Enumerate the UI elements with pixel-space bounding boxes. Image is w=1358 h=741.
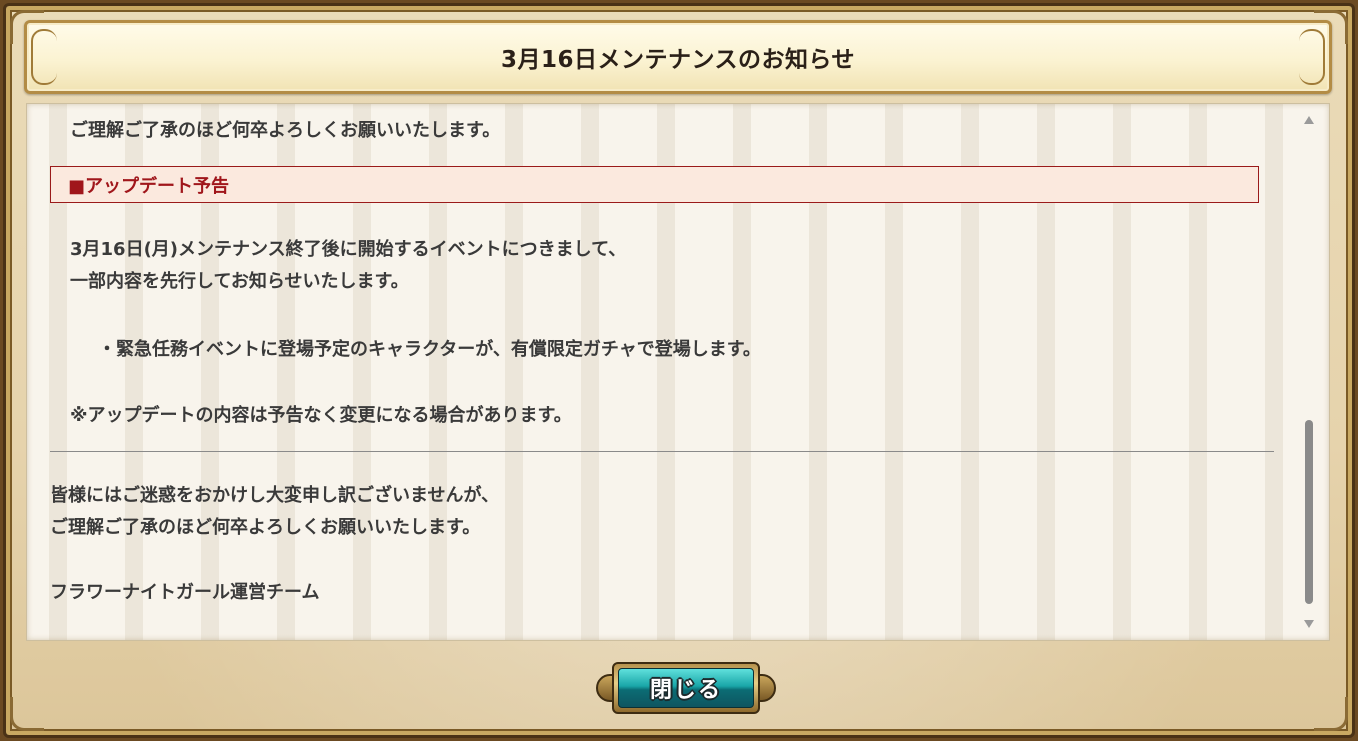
title-banner: 3月16日メンテナンスのお知らせ (24, 20, 1332, 94)
notice-content-panel[interactable]: ご理解ご了承のほど何卒よろしくお願いいたします。 ■アップデート予告 3月16日… (26, 103, 1330, 641)
section-divider (50, 451, 1274, 452)
close-button-label: 閉じる (649, 678, 722, 703)
update-note: ※アップデートの内容は予告なく変更になる場合があります。 (70, 405, 572, 426)
intro-line: ご理解ご了承のほど何卒よろしくお願いいたします。 (70, 120, 501, 141)
banner-scroll-ornament (1299, 29, 1325, 85)
frame-ornament (10, 697, 44, 731)
section-header-label: ■アップデート予告 (68, 175, 230, 197)
update-text-line1: 3月16日(月)メンテナンス終了後に開始するイベントにつきまして、 (70, 239, 627, 260)
update-bullet-item: ・緊急任務イベントに登場予定のキャラクターが、有償限定ガチャで登場します。 (98, 339, 761, 360)
section-header-update: ■アップデート予告 (50, 166, 1259, 203)
vertical-scrollbar[interactable] (1301, 108, 1317, 628)
close-button-plate[interactable]: 閉じる (612, 662, 760, 714)
banner-scroll-ornament (31, 29, 57, 85)
scroll-down-arrow-icon[interactable] (1304, 620, 1314, 628)
close-button[interactable]: 閉じる (596, 660, 776, 716)
close-button-face[interactable]: 閉じる (618, 668, 754, 708)
closing-line2: ご理解ご了承のほど何卒よろしくお願いいたします。 (50, 517, 481, 538)
frame-ornament (1314, 697, 1348, 731)
scrollbar-thumb[interactable] (1305, 420, 1313, 604)
signature: フラワーナイトガール運営チーム (50, 582, 320, 603)
scroll-up-arrow-icon[interactable] (1304, 116, 1314, 124)
dialog-title: 3月16日メンテナンスのお知らせ (500, 47, 856, 73)
update-text-line2: 一部内容を先行してお知らせいたします。 (70, 271, 409, 292)
closing-line1: 皆様にはご迷惑をおかけし大変申し訳ございませんが、 (50, 485, 500, 506)
